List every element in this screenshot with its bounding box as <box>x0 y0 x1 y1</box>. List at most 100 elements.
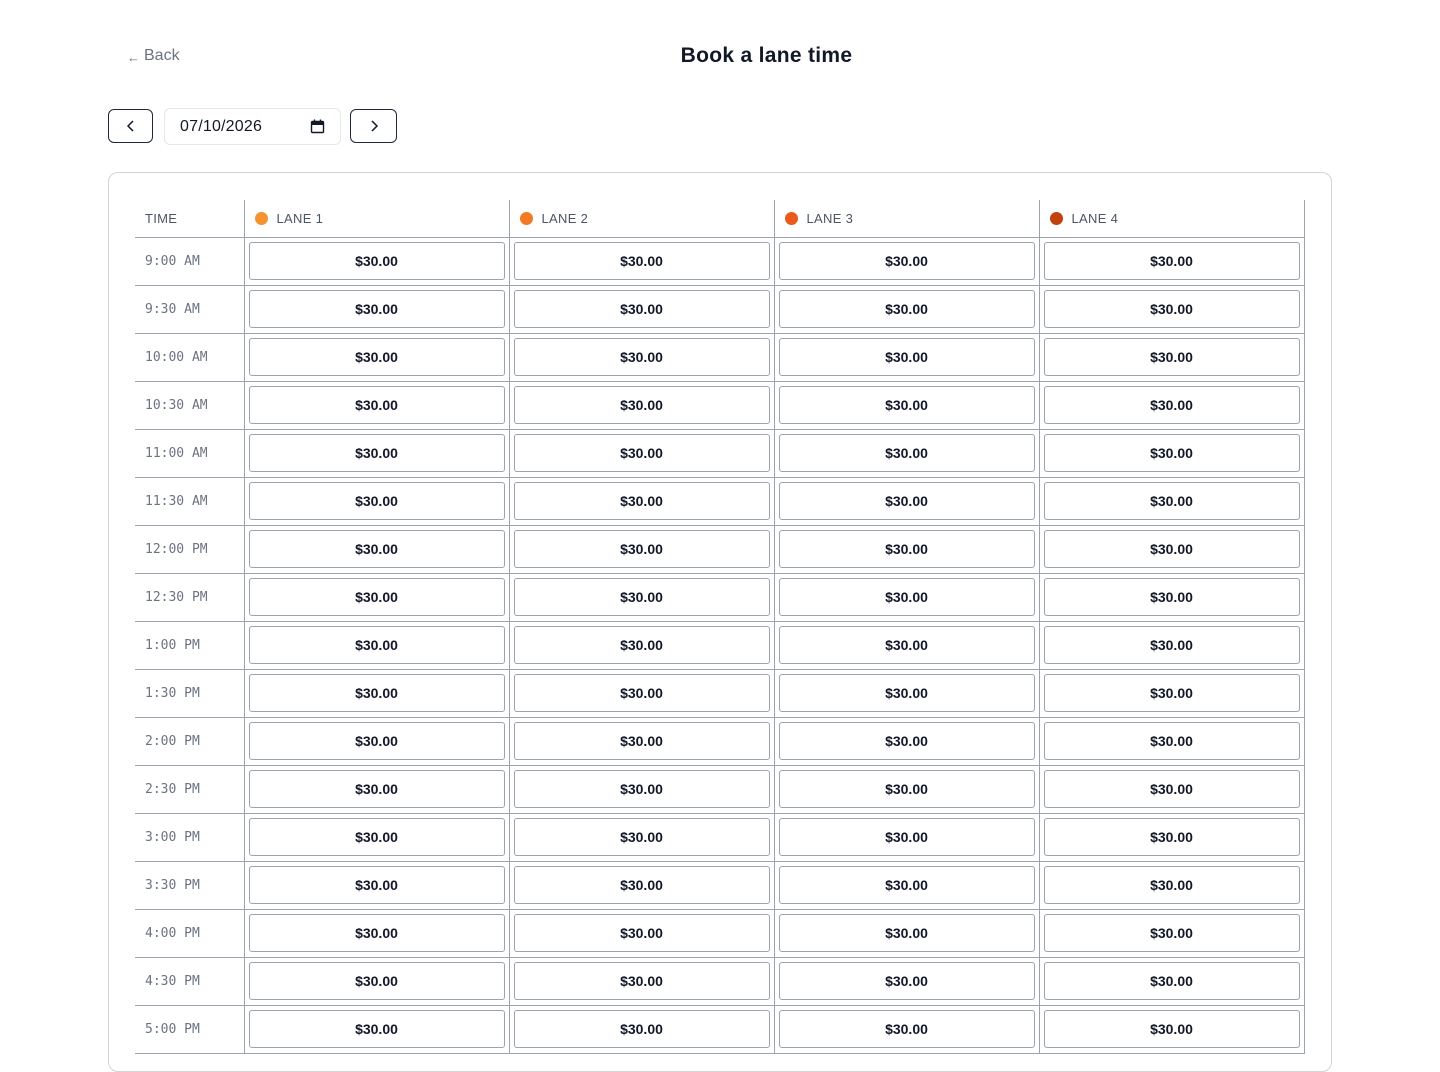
book-slot-button[interactable]: $30.00 <box>513 1010 770 1048</box>
next-day-button[interactable] <box>350 109 397 143</box>
book-slot-button[interactable]: $30.00 <box>248 914 505 952</box>
book-slot-button[interactable]: $30.00 <box>1043 578 1300 616</box>
time-slot-label: 4:30 PM <box>135 957 244 1006</box>
slot-cell: $30.00 <box>773 909 1039 958</box>
slot-cell: $30.00 <box>243 813 509 862</box>
previous-day-button[interactable] <box>108 109 153 143</box>
slot-cell: $30.00 <box>773 381 1039 430</box>
slot-cell: $30.00 <box>773 333 1039 382</box>
book-slot-button[interactable]: $30.00 <box>778 626 1035 664</box>
book-slot-button[interactable]: $30.00 <box>778 866 1035 904</box>
book-slot-button[interactable]: $30.00 <box>513 434 770 472</box>
book-slot-button[interactable]: $30.00 <box>1043 338 1300 376</box>
slot-cell: $30.00 <box>243 669 509 718</box>
slot-cell: $30.00 <box>773 525 1039 574</box>
book-slot-button[interactable]: $30.00 <box>1043 674 1300 712</box>
book-slot-button[interactable]: $30.00 <box>248 674 505 712</box>
book-slot-button[interactable]: $30.00 <box>778 434 1035 472</box>
book-slot-button[interactable]: $30.00 <box>248 242 505 280</box>
book-slot-button[interactable]: $30.00 <box>513 626 770 664</box>
book-slot-button[interactable]: $30.00 <box>513 290 770 328</box>
book-slot-button[interactable]: $30.00 <box>513 770 770 808</box>
book-slot-button[interactable]: $30.00 <box>513 914 770 952</box>
slot-cell: $30.00 <box>1038 717 1305 766</box>
book-slot-button[interactable]: $30.00 <box>1043 242 1300 280</box>
book-slot-button[interactable]: $30.00 <box>1043 482 1300 520</box>
book-slot-button[interactable]: $30.00 <box>1043 770 1300 808</box>
book-slot-button[interactable]: $30.00 <box>1043 530 1300 568</box>
book-slot-button[interactable]: $30.00 <box>1043 434 1300 472</box>
book-slot-button[interactable]: $30.00 <box>778 914 1035 952</box>
book-slot-button[interactable]: $30.00 <box>1043 914 1300 952</box>
book-slot-button[interactable]: $30.00 <box>513 962 770 1000</box>
book-slot-button[interactable]: $30.00 <box>248 962 505 1000</box>
book-slot-button[interactable]: $30.00 <box>778 674 1035 712</box>
book-slot-button[interactable]: $30.00 <box>1043 290 1300 328</box>
book-slot-button[interactable]: $30.00 <box>778 578 1035 616</box>
book-slot-button[interactable]: $30.00 <box>1043 962 1300 1000</box>
book-slot-button[interactable]: $30.00 <box>778 242 1035 280</box>
book-slot-button[interactable]: $30.00 <box>778 290 1035 328</box>
book-slot-button[interactable]: $30.00 <box>248 1010 505 1048</box>
lane-label-wrap: LANE 1 <box>254 211 509 226</box>
slot-cell: $30.00 <box>243 765 509 814</box>
time-slot-label: 11:00 AM <box>135 429 244 478</box>
time-slot-label: 5:00 PM <box>135 1005 244 1054</box>
book-slot-button[interactable]: $30.00 <box>248 770 505 808</box>
book-slot-button[interactable]: $30.00 <box>778 962 1035 1000</box>
book-slot-button[interactable]: $30.00 <box>778 770 1035 808</box>
book-slot-button[interactable]: $30.00 <box>248 482 505 520</box>
book-slot-button[interactable]: $30.00 <box>248 818 505 856</box>
book-slot-button[interactable]: $30.00 <box>513 386 770 424</box>
book-slot-button[interactable]: $30.00 <box>1043 866 1300 904</box>
book-slot-button[interactable]: $30.00 <box>248 338 505 376</box>
book-slot-button[interactable]: $30.00 <box>513 722 770 760</box>
book-slot-button[interactable]: $30.00 <box>1043 386 1300 424</box>
book-slot-button[interactable]: $30.00 <box>248 866 505 904</box>
book-slot-button[interactable]: $30.00 <box>248 626 505 664</box>
slot-cell: $30.00 <box>243 573 509 622</box>
book-slot-button[interactable]: $30.00 <box>513 866 770 904</box>
book-slot-button[interactable]: $30.00 <box>513 530 770 568</box>
lane-header-3: LANE 3 <box>773 200 1039 238</box>
book-slot-button[interactable]: $30.00 <box>248 386 505 424</box>
slot-cell: $30.00 <box>773 1005 1039 1054</box>
book-slot-button[interactable]: $30.00 <box>778 482 1035 520</box>
slot-cell: $30.00 <box>243 861 509 910</box>
book-slot-button[interactable]: $30.00 <box>1043 722 1300 760</box>
lane-color-dot <box>1049 211 1063 225</box>
calendar-icon[interactable] <box>310 119 325 134</box>
book-slot-button[interactable]: $30.00 <box>778 722 1035 760</box>
table-row: 1:00 PM $30.00 $30.00 $30.00 $30.00 <box>135 621 1305 670</box>
slot-cell: $30.00 <box>508 957 774 1006</box>
book-slot-button[interactable]: $30.00 <box>1043 1010 1300 1048</box>
slot-cell: $30.00 <box>243 1005 509 1054</box>
book-slot-button[interactable]: $30.00 <box>778 818 1035 856</box>
book-slot-button[interactable]: $30.00 <box>248 722 505 760</box>
book-slot-button[interactable]: $30.00 <box>513 242 770 280</box>
book-slot-button[interactable]: $30.00 <box>778 530 1035 568</box>
book-slot-button[interactable]: $30.00 <box>778 1010 1035 1048</box>
book-slot-button[interactable]: $30.00 <box>778 386 1035 424</box>
slot-cell: $30.00 <box>243 525 509 574</box>
book-slot-button[interactable]: $30.00 <box>248 434 505 472</box>
book-slot-button[interactable]: $30.00 <box>513 482 770 520</box>
slot-cell: $30.00 <box>1038 237 1305 286</box>
book-slot-button[interactable]: $30.00 <box>513 818 770 856</box>
book-slot-button[interactable]: $30.00 <box>248 578 505 616</box>
book-slot-button[interactable]: $30.00 <box>1043 626 1300 664</box>
book-slot-button[interactable]: $30.00 <box>778 338 1035 376</box>
book-slot-button[interactable]: $30.00 <box>1043 818 1300 856</box>
slot-cell: $30.00 <box>508 765 774 814</box>
time-slot-label: 9:30 AM <box>135 285 244 334</box>
book-slot-button[interactable]: $30.00 <box>248 290 505 328</box>
book-slot-button[interactable]: $30.00 <box>513 338 770 376</box>
slot-cell: $30.00 <box>508 1005 774 1054</box>
slot-cell: $30.00 <box>773 861 1039 910</box>
table-row: 9:00 AM $30.00 $30.00 $30.00 $30.00 <box>135 237 1305 286</box>
book-slot-button[interactable]: $30.00 <box>248 530 505 568</box>
book-slot-button[interactable]: $30.00 <box>513 578 770 616</box>
date-input[interactable]: 07/10/2026 <box>164 108 341 145</box>
slot-cell: $30.00 <box>1038 957 1305 1006</box>
book-slot-button[interactable]: $30.00 <box>513 674 770 712</box>
